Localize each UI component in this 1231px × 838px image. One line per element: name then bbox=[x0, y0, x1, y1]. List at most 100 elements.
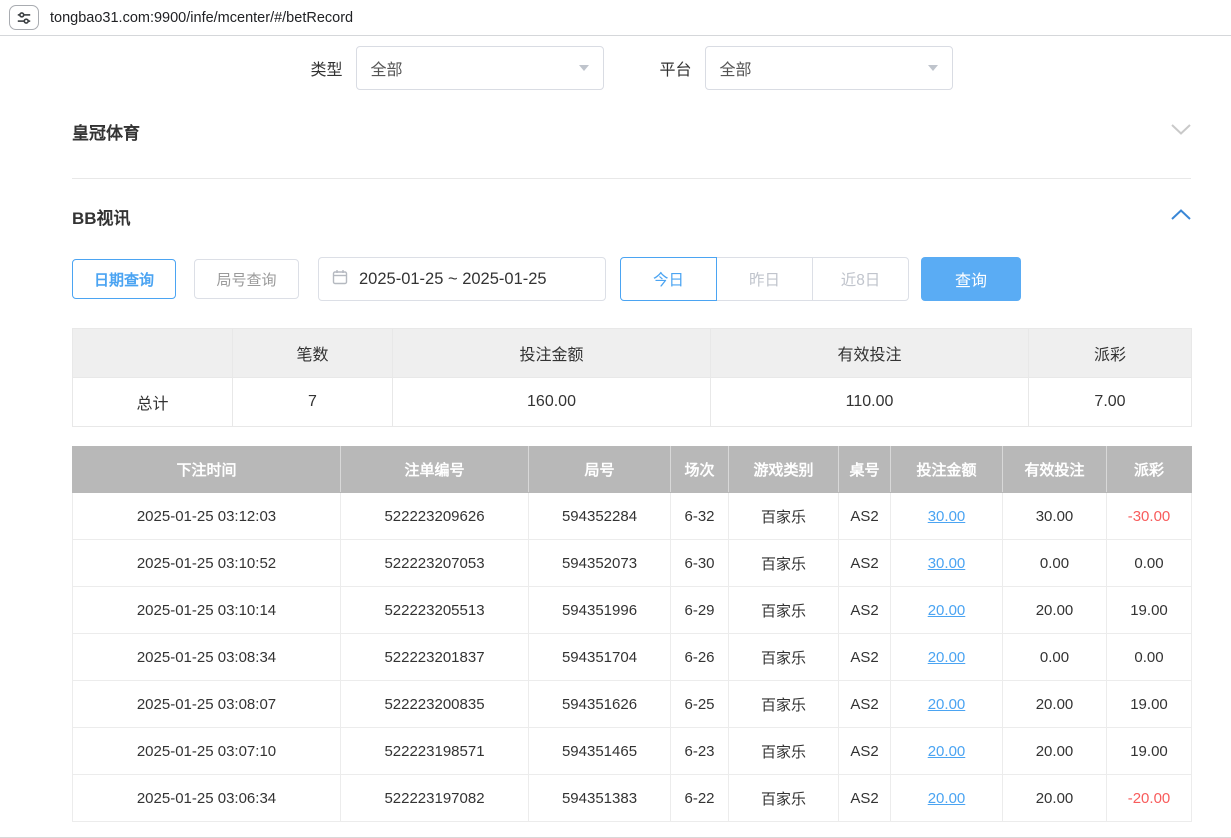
bet-time-cell: 2025-01-25 03:10:52 bbox=[73, 540, 341, 587]
platform-select[interactable]: 全部 bbox=[705, 46, 953, 90]
session-cell: 6-23 bbox=[671, 728, 729, 775]
section-header-crown-sports[interactable]: 皇冠体育 bbox=[72, 120, 1191, 142]
payout-cell: -30.00 bbox=[1107, 493, 1192, 540]
table-no-cell: AS2 bbox=[839, 540, 891, 587]
round-no-cell: 594351465 bbox=[529, 728, 671, 775]
column-header: 桌号 bbox=[839, 447, 891, 493]
game-type-cell: 百家乐 bbox=[729, 587, 839, 634]
round-no-cell: 594351626 bbox=[529, 681, 671, 728]
detail-table-body: 2025-01-25 03:12:03522223209626594352284… bbox=[73, 493, 1192, 822]
last8days-button[interactable]: 近8日 bbox=[812, 257, 909, 301]
session-cell: 6-26 bbox=[671, 634, 729, 681]
valid-bet-cell: 0.00 bbox=[1003, 540, 1107, 587]
column-header: 局号 bbox=[529, 447, 671, 493]
valid-bet-cell: 20.00 bbox=[1003, 728, 1107, 775]
bet-amount-link[interactable]: 20.00 bbox=[928, 743, 966, 760]
type-filter-label: 类型 bbox=[310, 56, 342, 80]
bet-time-cell: 2025-01-25 03:06:34 bbox=[73, 775, 341, 822]
yesterday-button[interactable]: 昨日 bbox=[716, 257, 813, 301]
summary-bet-amount-value: 160.00 bbox=[393, 378, 711, 427]
column-header: 游戏类别 bbox=[729, 447, 839, 493]
quick-range-button-group: 今日 昨日 近8日 bbox=[620, 257, 909, 301]
summary-header-empty bbox=[73, 329, 233, 378]
summary-total-row: 总计 7 160.00 110.00 7.00 bbox=[73, 378, 1192, 427]
summary-header-valid-bet: 有效投注 bbox=[711, 329, 1029, 378]
table-no-cell: AS2 bbox=[839, 775, 891, 822]
session-cell: 6-22 bbox=[671, 775, 729, 822]
game-type-cell: 百家乐 bbox=[729, 728, 839, 775]
bet-amount-cell: 20.00 bbox=[891, 728, 1003, 775]
table-row: 2025-01-25 03:10:14522223205513594351996… bbox=[73, 587, 1192, 634]
payout-cell: 0.00 bbox=[1107, 540, 1192, 587]
game-type-cell: 百家乐 bbox=[729, 634, 839, 681]
order-no-cell: 522223198571 bbox=[341, 728, 529, 775]
search-button[interactable]: 查询 bbox=[921, 257, 1021, 301]
bet-amount-link[interactable]: 20.00 bbox=[928, 649, 966, 666]
game-type-cell: 百家乐 bbox=[729, 775, 839, 822]
bet-time-cell: 2025-01-25 03:10:14 bbox=[73, 587, 341, 634]
bet-amount-cell: 20.00 bbox=[891, 681, 1003, 728]
summary-total-label: 总计 bbox=[73, 378, 233, 427]
game-type-cell: 百家乐 bbox=[729, 540, 839, 587]
bet-amount-link[interactable]: 30.00 bbox=[928, 555, 966, 572]
table-row: 2025-01-25 03:08:34522223201837594351704… bbox=[73, 634, 1192, 681]
section-divider bbox=[72, 178, 1191, 179]
order-no-cell: 522223205513 bbox=[341, 587, 529, 634]
order-no-cell: 522223209626 bbox=[341, 493, 529, 540]
date-range-input[interactable]: 2025-01-25 ~ 2025-01-25 bbox=[318, 257, 606, 301]
order-no-cell: 522223200835 bbox=[341, 681, 529, 728]
chevron-down-icon[interactable] bbox=[1171, 122, 1191, 140]
payout-cell: 19.00 bbox=[1107, 681, 1192, 728]
summary-header-bet-amount: 投注金额 bbox=[393, 329, 711, 378]
valid-bet-cell: 20.00 bbox=[1003, 587, 1107, 634]
payout-cell: -20.00 bbox=[1107, 775, 1192, 822]
bet-amount-cell: 30.00 bbox=[891, 540, 1003, 587]
url-text[interactable]: tongbao31.com:9900/infe/mcenter/#/betRec… bbox=[50, 10, 353, 26]
round-no-cell: 594351383 bbox=[529, 775, 671, 822]
chevron-up-icon[interactable] bbox=[1171, 207, 1191, 225]
bet-amount-link[interactable]: 20.00 bbox=[928, 602, 966, 619]
column-header: 注单编号 bbox=[341, 447, 529, 493]
bet-amount-cell: 20.00 bbox=[891, 775, 1003, 822]
session-cell: 6-32 bbox=[671, 493, 729, 540]
round-query-button[interactable]: 局号查询 bbox=[194, 259, 299, 299]
table-row: 2025-01-25 03:12:03522223209626594352284… bbox=[73, 493, 1192, 540]
section-title: BB视讯 bbox=[72, 204, 131, 229]
payout-cell: 19.00 bbox=[1107, 728, 1192, 775]
query-controls-row: 日期查询 局号查询 2025-01-25 ~ 2025-01-25 今日 昨日 … bbox=[72, 257, 1191, 301]
order-no-cell: 522223207053 bbox=[341, 540, 529, 587]
section-header-bb-live[interactable]: BB视讯 bbox=[72, 205, 1191, 227]
bet-record-page: 类型 全部 平台 全部 皇冠体育 BB视讯 日期查询 局号查询 bbox=[0, 46, 1231, 822]
column-header: 场次 bbox=[671, 447, 729, 493]
type-select[interactable]: 全部 bbox=[356, 46, 604, 90]
round-no-cell: 594351704 bbox=[529, 634, 671, 681]
bet-time-cell: 2025-01-25 03:08:07 bbox=[73, 681, 341, 728]
bet-amount-link[interactable]: 20.00 bbox=[928, 696, 966, 713]
round-no-cell: 594352284 bbox=[529, 493, 671, 540]
round-no-cell: 594352073 bbox=[529, 540, 671, 587]
table-no-cell: AS2 bbox=[839, 493, 891, 540]
order-no-cell: 522223197082 bbox=[341, 775, 529, 822]
platform-filter-label: 平台 bbox=[660, 56, 692, 80]
summary-header-count: 笔数 bbox=[233, 329, 393, 378]
date-range-value: 2025-01-25 ~ 2025-01-25 bbox=[359, 270, 547, 289]
summary-valid-bet-value: 110.00 bbox=[711, 378, 1029, 427]
round-no-cell: 594351996 bbox=[529, 587, 671, 634]
table-row: 2025-01-25 03:06:34522223197082594351383… bbox=[73, 775, 1192, 822]
game-type-cell: 百家乐 bbox=[729, 493, 839, 540]
calendar-icon bbox=[332, 269, 348, 290]
valid-bet-cell: 20.00 bbox=[1003, 775, 1107, 822]
valid-bet-cell: 30.00 bbox=[1003, 493, 1107, 540]
table-no-cell: AS2 bbox=[839, 634, 891, 681]
site-settings-icon[interactable] bbox=[9, 5, 39, 30]
bet-amount-link[interactable]: 30.00 bbox=[928, 508, 966, 525]
table-no-cell: AS2 bbox=[839, 587, 891, 634]
game-type-cell: 百家乐 bbox=[729, 681, 839, 728]
date-query-button[interactable]: 日期查询 bbox=[72, 259, 176, 299]
bet-amount-link[interactable]: 20.00 bbox=[928, 790, 966, 807]
today-button[interactable]: 今日 bbox=[620, 257, 717, 301]
table-row: 2025-01-25 03:10:52522223207053594352073… bbox=[73, 540, 1192, 587]
bet-detail-table: 下注时间注单编号局号场次游戏类别桌号投注金额有效投注派彩 2025-01-25 … bbox=[72, 446, 1192, 822]
session-cell: 6-29 bbox=[671, 587, 729, 634]
order-no-cell: 522223201837 bbox=[341, 634, 529, 681]
